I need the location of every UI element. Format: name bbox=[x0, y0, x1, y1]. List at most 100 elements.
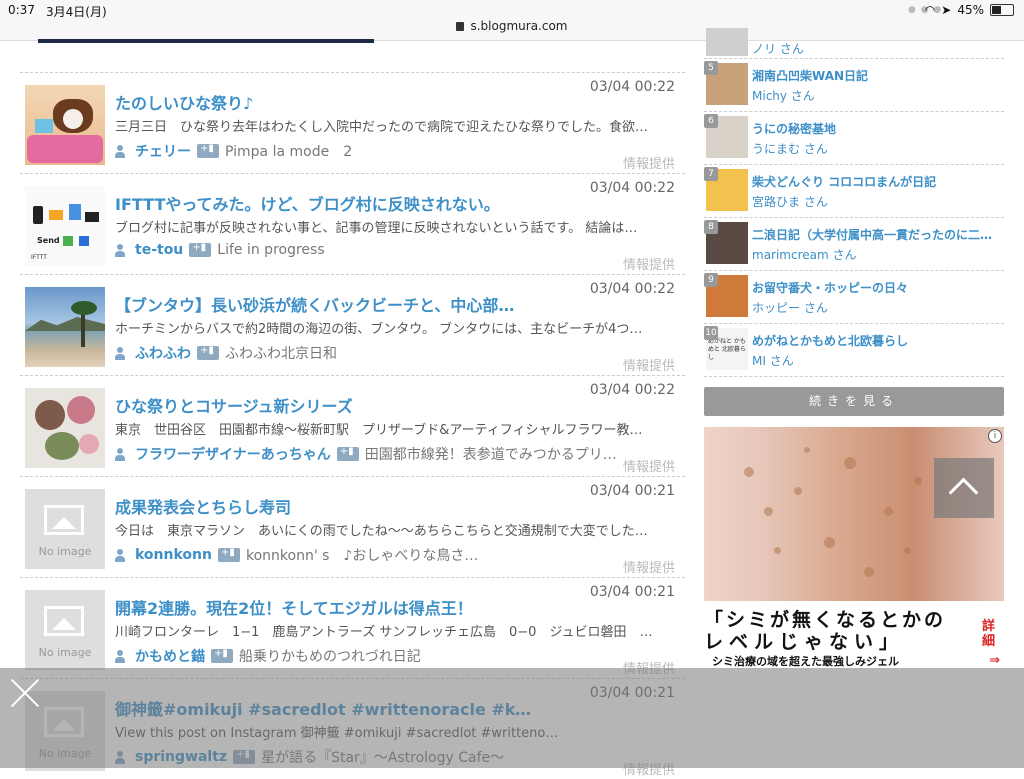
bottom-overlay bbox=[0, 668, 1024, 768]
ranking-list: ノリ さん 5 湘南凸凹柴WAN日記 Michy さん 6 うにの秘密基地 うにまむ… bbox=[704, 28, 1004, 377]
post-item[interactable]: 03/04 00:22 たのしいひな祭り♪ 三月三日 ひな祭り去年はわたくし入院… bbox=[20, 72, 685, 173]
post-meta: ふわふわ ふわふわ北京日和 bbox=[115, 343, 337, 363]
ranking-item[interactable]: 7 柴犬どんぐり コロコロまんが日記 宮路ひま さん bbox=[704, 165, 1004, 218]
user-icon bbox=[115, 447, 125, 461]
post-time: 03/04 00:21 bbox=[589, 584, 675, 600]
post-author[interactable]: te-tou bbox=[135, 242, 183, 258]
clock: 0:37 bbox=[8, 3, 35, 17]
skin-spot bbox=[764, 507, 773, 516]
post-meta: フラワーデザイナーあっちゃん 田園都市線発！表参道でみつかるプリ… bbox=[115, 444, 617, 464]
post-item[interactable]: No image 03/04 00:21 開幕2連勝。現在2位！そしてエジガルは… bbox=[20, 577, 685, 678]
post-author[interactable]: かもめと錨 bbox=[135, 646, 205, 666]
ranking-item[interactable]: 8 二浪日記（大学付属中高一貫だったのに二… marimcream さん bbox=[704, 218, 1004, 271]
post-title[interactable]: 成果発表会とちらし寿司 bbox=[115, 494, 291, 518]
skin-spot bbox=[844, 457, 856, 469]
ranking-user[interactable]: Michy さん bbox=[752, 87, 815, 104]
address-bar[interactable]: s.blogmura.com bbox=[0, 19, 1024, 33]
skin-spot bbox=[794, 487, 802, 495]
post-blog-name[interactable]: Pimpa la mode 2 bbox=[225, 141, 352, 161]
ranking-item[interactable]: 9 お留守番犬・ホッピーの日々 ホッピー さん bbox=[704, 271, 1004, 324]
ranking-user[interactable]: うにまむ さん bbox=[752, 140, 828, 157]
info-provide-link[interactable]: 情報提供 bbox=[623, 355, 675, 374]
ranking-user[interactable]: MI さん bbox=[752, 352, 794, 369]
ranking-blog-title[interactable]: お留守番犬・ホッピーの日々 bbox=[752, 279, 1002, 296]
ranking-item[interactable]: めがねと かもめと 北欧暮らし 10 めがねとかもめと北欧暮らし MI さん bbox=[704, 324, 1004, 377]
ranking-user[interactable]: 宮路ひま さん bbox=[752, 193, 828, 210]
post-thumbnail-wrap[interactable] bbox=[25, 388, 105, 468]
post-thumbnail-wrap[interactable] bbox=[25, 85, 105, 165]
ranking-user[interactable]: ホッピー さん bbox=[752, 299, 828, 316]
close-icon[interactable] bbox=[10, 678, 40, 708]
post-item[interactable]: No image 03/04 00:21 成果発表会とちらし寿司 今日は 東京マ… bbox=[20, 476, 685, 577]
post-blog-name[interactable]: ふわふわ北京日和 bbox=[225, 343, 337, 363]
info-provide-link[interactable]: 情報提供 bbox=[623, 254, 675, 273]
post-thumbnail-wrap[interactable]: No image bbox=[25, 489, 105, 569]
info-provide-link[interactable]: 情報提供 bbox=[623, 153, 675, 172]
post-author[interactable]: ふわふわ bbox=[135, 343, 191, 363]
lock-icon bbox=[456, 22, 465, 31]
ranking-item[interactable]: ノリ さん bbox=[704, 28, 1004, 59]
skin-spot bbox=[904, 547, 911, 554]
blog-icon bbox=[197, 345, 219, 360]
post-thumbnail[interactable] bbox=[25, 388, 105, 468]
info-provide-link[interactable]: 情報提供 bbox=[623, 456, 675, 475]
post-author[interactable]: フラワーデザイナーあっちゃん bbox=[135, 444, 331, 464]
post-blog-name[interactable]: Life in progress bbox=[217, 242, 324, 258]
rank-number: 9 bbox=[704, 273, 718, 287]
post-thumbnail-wrap[interactable] bbox=[25, 287, 105, 367]
post-thumbnail[interactable]: Send IFTTT bbox=[25, 186, 105, 266]
rank-number: 7 bbox=[704, 167, 718, 181]
post-time: 03/04 00:22 bbox=[589, 79, 675, 95]
location-icon: ➤ bbox=[941, 3, 952, 17]
skin-spot bbox=[774, 547, 781, 554]
rank-number: 8 bbox=[704, 220, 718, 234]
ranking-user[interactable]: marimcream さん bbox=[752, 246, 857, 263]
ranking-blog-title[interactable]: 二浪日記（大学付属中高一貫だったのに二… bbox=[752, 226, 1002, 243]
post-blog-name[interactable]: 船乗りかもめのつれづれ日記 bbox=[239, 646, 421, 666]
ranking-blog-title[interactable]: 柴犬どんぐり コロコロまんが日記 bbox=[752, 173, 1002, 190]
post-author[interactable]: チェリー bbox=[135, 141, 191, 161]
post-title[interactable]: 開幕2連勝。現在2位！そしてエジガルは得点王！ bbox=[115, 595, 473, 619]
skin-spot bbox=[884, 507, 893, 516]
ad-info-icon[interactable]: i bbox=[988, 429, 1002, 443]
ranking-item[interactable]: 5 湘南凸凹柴WAN日記 Michy さん bbox=[704, 59, 1004, 112]
post-title[interactable]: IFTTTやってみた。けど、ブログ村に反映されない。 bbox=[115, 191, 500, 215]
post-time: 03/04 00:22 bbox=[589, 180, 675, 196]
top-banner-edge bbox=[38, 39, 374, 43]
post-thumbnail-wrap[interactable]: Send IFTTT bbox=[25, 186, 105, 266]
ranking-item[interactable]: 6 うにの秘密基地 うにまむ さん bbox=[704, 112, 1004, 165]
post-title[interactable]: 【ブンタウ】長い砂浜が続くバックビーチと、中心部… bbox=[115, 292, 514, 316]
ranking-avatar[interactable] bbox=[706, 28, 748, 56]
more-button[interactable]: 続きを見る bbox=[704, 387, 1004, 416]
post-thumbnail[interactable] bbox=[25, 287, 105, 367]
ranking-blog-title[interactable]: めがねとかもめと北欧暮らし bbox=[752, 332, 1002, 349]
post-title[interactable]: たのしいひな祭り♪ bbox=[115, 90, 253, 114]
post-meta: konnkonn konnkonn' s ♪おしゃべりな鳥さ… bbox=[115, 545, 478, 565]
ranking-blog-title[interactable]: 湘南凸凹柴WAN日記 bbox=[752, 67, 1002, 84]
skin-spot bbox=[744, 467, 754, 477]
no-image-placeholder: No image bbox=[25, 489, 105, 569]
post-author[interactable]: konnkonn bbox=[135, 547, 212, 563]
info-provide-link[interactable]: 情報提供 bbox=[623, 557, 675, 576]
post-title[interactable]: ひな祭りとコサージュ新シリーズ bbox=[115, 393, 353, 417]
post-blog-name[interactable]: 田園都市線発！表参道でみつかるプリ… bbox=[365, 444, 617, 464]
ranking-user[interactable]: ノリ さん bbox=[752, 40, 804, 57]
no-image-label: No image bbox=[38, 646, 92, 659]
ranking-blog-title[interactable]: うにの秘密基地 bbox=[752, 120, 1002, 137]
ad-detail-link[interactable]: 詳細 bbox=[982, 619, 998, 649]
skin-spot bbox=[914, 477, 922, 485]
skin-spot bbox=[824, 537, 835, 548]
post-thumbnail-wrap[interactable]: No image bbox=[25, 590, 105, 670]
post-thumbnail[interactable] bbox=[25, 85, 105, 165]
post-blog-name[interactable]: konnkonn' s ♪おしゃべりな鳥さ… bbox=[246, 545, 478, 565]
blog-icon bbox=[211, 648, 233, 663]
scroll-to-top-button[interactable] bbox=[934, 458, 994, 518]
post-item[interactable]: 03/04 00:22 【ブンタウ】長い砂浜が続くバックビーチと、中心部… ホー… bbox=[20, 274, 685, 375]
post-item[interactable]: 03/04 00:22 ひな祭りとコサージュ新シリーズ 東京 世田谷区 田園都市… bbox=[20, 375, 685, 476]
rank-number: 5 bbox=[704, 61, 718, 75]
blog-icon bbox=[189, 242, 212, 257]
blog-icon bbox=[197, 143, 219, 158]
user-icon bbox=[115, 243, 125, 257]
post-excerpt: 三月三日 ひな祭り去年はわたくし入院中だったので病院で迎えたひな祭りでした。食欲… bbox=[115, 120, 649, 135]
post-item[interactable]: Send IFTTT 03/04 00:22 IFTTTやってみた。けど、ブログ… bbox=[20, 173, 685, 274]
